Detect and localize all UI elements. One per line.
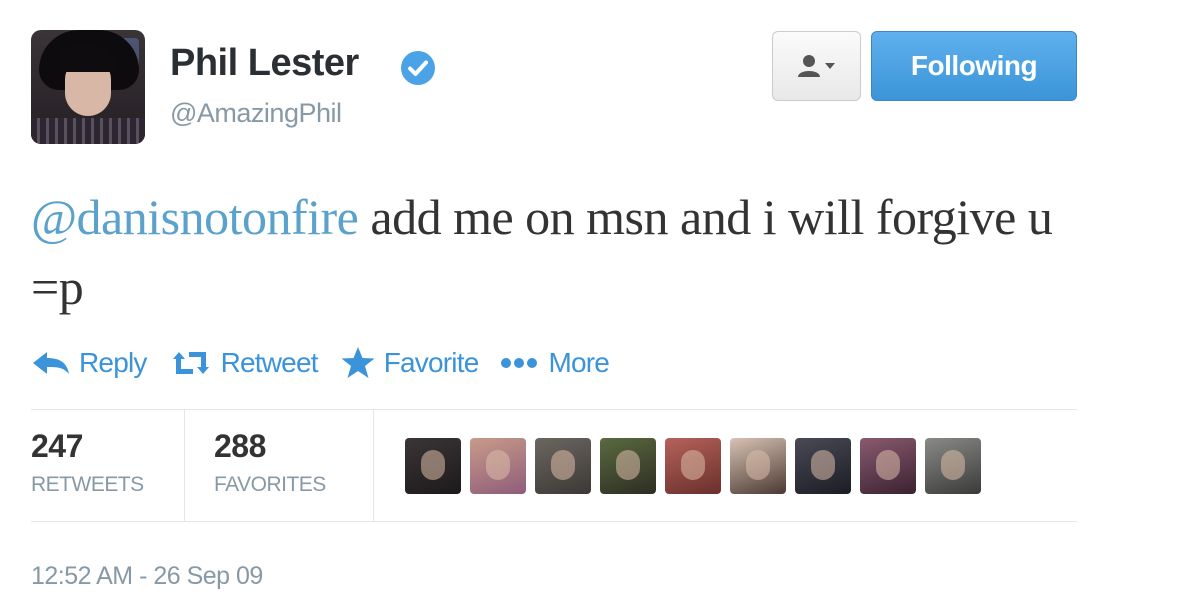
favoriter-face [941, 450, 965, 480]
favoriter-face [811, 450, 835, 480]
reply-button[interactable]: Reply [31, 347, 147, 379]
stats-column-divider [373, 410, 374, 522]
author-avatar[interactable] [31, 30, 145, 144]
retweets-count: 247 [31, 428, 83, 464]
author-handle[interactable]: @AmazingPhil [170, 98, 342, 129]
avatar-fringe [59, 46, 115, 72]
user-actions-button[interactable] [772, 31, 861, 101]
author-name[interactable]: Phil Lester [170, 42, 359, 85]
retweets-stat[interactable]: 247 RETWEETS [31, 428, 144, 497]
stats-column-divider [184, 410, 185, 522]
favoriter-avatar[interactable] [535, 438, 591, 494]
favoriter-face [486, 450, 510, 480]
favorite-label: Favorite [383, 347, 480, 378]
favoriter-avatar[interactable] [925, 438, 981, 494]
favorites-label: FAVORITES [214, 473, 326, 496]
favorites-stat[interactable]: 288 FAVORITES [214, 428, 326, 497]
reply-label: Reply [79, 347, 147, 378]
favoriter-avatar[interactable] [470, 438, 526, 494]
favorite-button[interactable]: Favorite [340, 346, 479, 380]
favoriters-list [405, 438, 981, 494]
favoriter-avatar[interactable] [795, 438, 851, 494]
verified-badge-icon [401, 51, 435, 85]
favoriter-face [681, 450, 705, 480]
following-button[interactable]: Following [871, 31, 1077, 101]
retweet-button[interactable]: Retweet [169, 347, 319, 379]
more-dots-icon [501, 358, 538, 368]
favoriter-avatar[interactable] [860, 438, 916, 494]
user-dropdown-icon [797, 55, 835, 77]
favoriter-face [746, 450, 770, 480]
retweet-label: Retweet [220, 347, 319, 378]
favoriter-face [876, 450, 900, 480]
favoriter-face [616, 450, 640, 480]
stats-bottom-divider [31, 521, 1077, 522]
mention-link[interactable]: @danisnotonfire [31, 189, 359, 245]
favoriter-face [421, 450, 445, 480]
favoriter-avatar[interactable] [730, 438, 786, 494]
tweet-actions: Reply Retweet Favorite More [31, 343, 631, 383]
more-label: More [548, 347, 610, 378]
more-button[interactable]: More [500, 347, 610, 379]
favoriter-avatar[interactable] [665, 438, 721, 494]
stats-top-divider [31, 409, 1077, 410]
reply-icon [33, 352, 69, 374]
favoriter-avatar[interactable] [600, 438, 656, 494]
retweets-label: RETWEETS [31, 473, 144, 496]
tweet-timestamp[interactable]: 12:52 AM - 26 Sep 09 [31, 562, 263, 591]
retweet-icon [172, 352, 209, 374]
star-icon [341, 347, 375, 378]
tweet-text: @danisnotonfire add me on msn and i will… [31, 182, 1071, 322]
avatar-sweater [31, 118, 145, 144]
favorites-count: 288 [214, 428, 266, 464]
favoriter-face [551, 450, 575, 480]
favoriter-avatar[interactable] [405, 438, 461, 494]
